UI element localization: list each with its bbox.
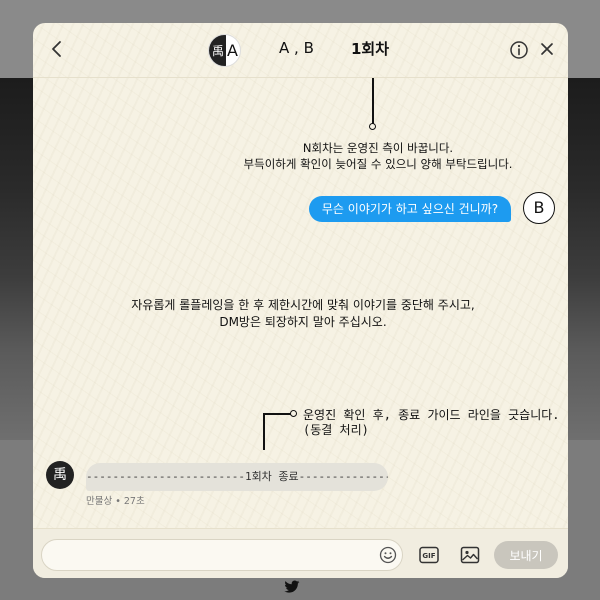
annotation-line-top <box>372 78 374 124</box>
conversation-title: 1회차 <box>351 40 390 58</box>
annotation-line-vertical <box>263 413 265 450</box>
avatar-a[interactable]: 禹 A <box>208 34 241 67</box>
close-icon[interactable] <box>539 41 555 57</box>
incoming-message-bubble[interactable]: ------------------------1회차 종료----------… <box>86 463 388 491</box>
message-meta: 만물상 • 27초 <box>86 496 145 507</box>
avatar-a-glyph: 禹 <box>212 44 225 58</box>
conversation-header: 禹 A A , B 1회차 <box>33 23 568 78</box>
outgoing-message-bubble[interactable]: 무슨 이야기가 하고 싶으신 건니까? <box>309 196 511 222</box>
image-icon[interactable] <box>460 545 480 565</box>
avatar-a-letter: A <box>227 41 238 60</box>
avatar-b[interactable]: B <box>523 192 555 224</box>
twitter-bird-icon <box>284 580 300 593</box>
participants-label: A , B <box>279 39 314 57</box>
message-input[interactable] <box>41 539 403 571</box>
rule-line-2: DM방은 퇴장하지 말아 주십시오. <box>219 315 387 329</box>
dm-modal: 禹 A A , B 1회차 N회차는 운영진 측이 바꿉니다. 부득이하게 확인… <box>33 23 568 578</box>
end-note: 운영진 확인 후, 종료 가이드 라인을 긋습니다. (동결 처리) <box>303 408 568 438</box>
rule-line-1: 자유롭게 롤플레잉을 한 후 제한시간에 맞춰 이야기를 중단해 주시고, <box>131 298 475 312</box>
sender-avatar[interactable]: 禹 <box>46 461 74 489</box>
gif-icon[interactable]: GIF <box>419 546 439 564</box>
notice-line-1: N회차는 운영진 측이 바꿉니다. <box>302 141 454 155</box>
send-button[interactable]: 보내기 <box>494 541 558 569</box>
annotation-line-horizontal <box>263 413 291 415</box>
end-note-line-1: 운영진 확인 후, 종료 가이드 라인을 긋습니다. <box>303 408 560 422</box>
emoji-icon[interactable] <box>379 546 397 564</box>
annotation-dot-top <box>369 123 376 130</box>
end-note-line-2: (동결 처리) <box>303 423 369 437</box>
composer-bar: GIF 보내기 <box>33 528 568 578</box>
gif-label: GIF <box>422 552 435 560</box>
rule-text: 자유롭게 롤플레잉을 한 후 제한시간에 맞춰 이야기를 중단해 주시고, DM… <box>93 297 513 331</box>
info-icon[interactable] <box>509 40 529 60</box>
annotation-dot-end <box>290 410 297 417</box>
notice-line-2: 부득이하게 확인이 늦어질 수 있으니 양해 부탁드립니다. <box>243 157 513 171</box>
notice-text: N회차는 운영진 측이 바꿉니다. 부득이하게 확인이 늦어질 수 있으니 양해… <box>223 140 533 172</box>
back-arrow-icon[interactable] <box>46 38 68 60</box>
